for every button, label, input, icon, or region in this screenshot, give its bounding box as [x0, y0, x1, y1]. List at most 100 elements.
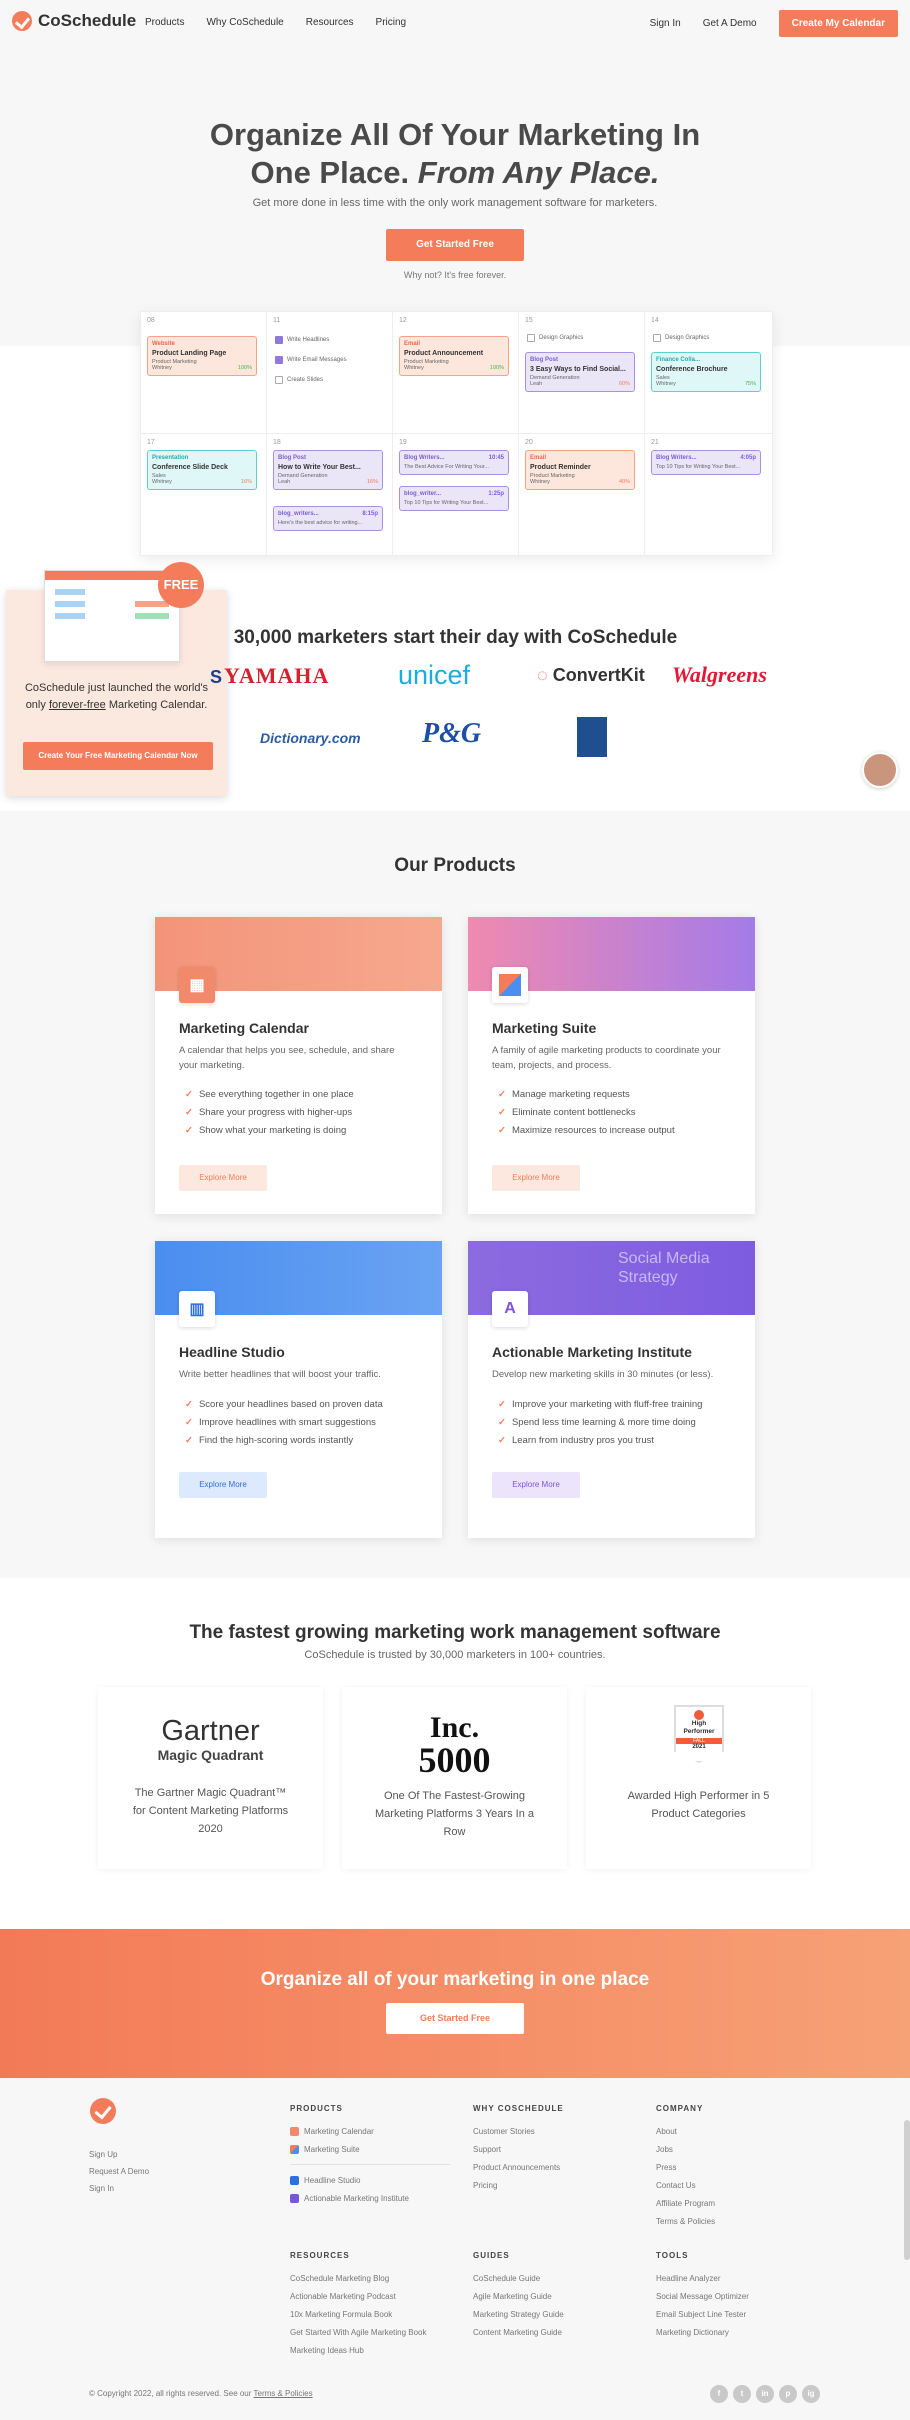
- sign-in-link[interactable]: Sign In: [650, 18, 681, 29]
- product-name: Marketing Calendar: [179, 1020, 309, 1036]
- explore-suite-button[interactable]: Explore More: [492, 1165, 580, 1191]
- pinterest-icon[interactable]: p: [779, 2385, 797, 2403]
- brand-logo[interactable]: CoSchedule: [12, 11, 136, 31]
- footer-link[interactable]: Marketing Suite: [290, 2140, 450, 2158]
- footer-logo-icon[interactable]: [90, 2098, 116, 2124]
- chat-avatar[interactable]: [862, 752, 898, 788]
- instagram-icon[interactable]: ig: [802, 2385, 820, 2403]
- footer-link[interactable]: About: [656, 2122, 715, 2140]
- hero-subtitle: Get more done in less time with the only…: [252, 197, 658, 209]
- footer-link[interactable]: Social Message Optimizer: [656, 2287, 749, 2305]
- social-text: The Best Advice For Writing Your...: [404, 464, 489, 470]
- footer-link[interactable]: Press: [656, 2158, 715, 2176]
- footer-link[interactable]: 10x Marketing Formula Book: [290, 2305, 427, 2323]
- task-item: Write Headlines: [275, 336, 329, 344]
- facebook-icon[interactable]: f: [710, 2385, 728, 2403]
- footer-link[interactable]: Actionable Marketing Podcast: [290, 2287, 427, 2305]
- g2-badge-year: 2021: [692, 1744, 706, 1750]
- footer-link[interactable]: Affiliate Program: [656, 2194, 715, 2212]
- nav-link-why[interactable]: Why CoSchedule: [206, 17, 283, 28]
- card-tag: Email: [404, 341, 421, 347]
- footer-link[interactable]: CoSchedule Marketing Blog: [290, 2269, 427, 2287]
- popup-text-tail: Marketing Calendar.: [108, 699, 208, 711]
- social-time: 10:45: [488, 455, 504, 461]
- feature-item: Maximize resources to increase output: [498, 1125, 675, 1136]
- feature-item: Find the high-scoring words instantly: [185, 1435, 383, 1446]
- award-text: Awarded High Performer in 5 Product Cate…: [627, 1790, 770, 1820]
- day-number: 15: [525, 317, 533, 324]
- footer-link[interactable]: Customer Stories: [473, 2122, 564, 2140]
- linkedin-icon[interactable]: in: [756, 2385, 774, 2403]
- footer-heading: WHY COSCHEDULE: [473, 2104, 564, 2113]
- calendar-day: 11 Write Headlines Write Email Messages …: [267, 312, 393, 434]
- hero-get-started-button[interactable]: Get Started Free: [386, 229, 524, 261]
- card-progress: 60%: [618, 381, 630, 387]
- footer-signup-link[interactable]: Sign Up: [89, 2146, 149, 2163]
- footer-link[interactable]: Pricing: [473, 2176, 564, 2194]
- twitter-icon[interactable]: t: [733, 2385, 751, 2403]
- social-account: blog_writers...: [278, 511, 319, 517]
- footer-link[interactable]: Content Marketing Guide: [473, 2323, 564, 2341]
- social-account: Blog Writers...: [404, 455, 445, 461]
- explore-calendar-button[interactable]: Explore More: [179, 1165, 267, 1191]
- explore-headline-button[interactable]: Explore More: [179, 1472, 267, 1498]
- footer-link[interactable]: Contact Us: [656, 2176, 715, 2194]
- feature-item: Share your progress with higher-ups: [185, 1107, 354, 1118]
- footer-link[interactable]: Get Started With Agile Marketing Book: [290, 2323, 427, 2341]
- task-label: Write Email Messages: [287, 357, 347, 363]
- card-tag: Finance Colla...: [656, 357, 701, 363]
- checkbox-icon: [275, 336, 283, 344]
- calendar-card: Email Product Announcement Product Marke…: [399, 336, 509, 376]
- get-demo-link[interactable]: Get A Demo: [703, 18, 757, 29]
- owner-name: Whitney: [404, 365, 424, 371]
- card-progress: 75%: [744, 381, 756, 387]
- card-tag: Website: [152, 341, 175, 347]
- social-tag: blog_writer... 1:25p: [404, 491, 504, 497]
- footer-link[interactable]: CoSchedule Guide: [473, 2269, 564, 2287]
- suite-icon: [290, 2144, 299, 2154]
- cta-get-started-button[interactable]: Get Started Free: [386, 2003, 524, 2034]
- calendar-preview: 08 Website Product Landing Page Product …: [140, 311, 773, 556]
- footer-demo-link[interactable]: Request A Demo: [89, 2163, 149, 2180]
- footer-link[interactable]: Marketing Calendar: [290, 2122, 450, 2140]
- footer-link[interactable]: Headline Analyzer: [656, 2269, 749, 2287]
- award-text: One Of The Fastest-Growing Marketing Pla…: [375, 1790, 534, 1838]
- footer-link[interactable]: Marketing Dictionary: [656, 2323, 749, 2341]
- forever-free-link[interactable]: forever-free: [49, 699, 106, 711]
- footer-link[interactable]: Agile Marketing Guide: [473, 2287, 564, 2305]
- task-label: Write Headlines: [287, 337, 330, 343]
- feature-item: Spend less time learning & more time doi…: [498, 1417, 702, 1428]
- footer-link[interactable]: Email Subject Line Tester: [656, 2305, 749, 2323]
- product-features: Improve your marketing with fluff-free t…: [498, 1399, 702, 1453]
- nav-link-pricing[interactable]: Pricing: [376, 17, 407, 28]
- footer-link[interactable]: Marketing Strategy Guide: [473, 2305, 564, 2323]
- social-time: 4:05p: [740, 455, 756, 461]
- popup-cta-button[interactable]: Create Your Free Marketing Calendar Now: [23, 742, 213, 770]
- nav-link-resources[interactable]: Resources: [306, 17, 354, 28]
- card-owner: Whitney 100%: [152, 365, 252, 371]
- day-number: 18: [273, 439, 281, 446]
- footer-heading: RESOURCES: [290, 2251, 350, 2260]
- g2-badge-label: High Performer: [683, 1720, 715, 1735]
- explore-institute-button[interactable]: Explore More: [492, 1472, 580, 1498]
- popup-text: CoSchedule just launched the world's onl…: [20, 680, 213, 714]
- calendar-card: Blog Post How to Write Your Best... Dema…: [273, 450, 383, 490]
- social-card: blog_writer... 1:25p Top 10 Tips for Wri…: [399, 486, 509, 511]
- hero-note: Why not? It's free forever.: [403, 270, 507, 280]
- terms-link[interactable]: Terms & Policies: [254, 2389, 313, 2398]
- footer-link[interactable]: Terms & Policies: [656, 2212, 715, 2230]
- nav-link-products[interactable]: Products: [145, 17, 184, 28]
- day-number: 08: [147, 317, 155, 324]
- footer-link[interactable]: Support: [473, 2140, 564, 2158]
- footer-signin-link[interactable]: Sign In: [89, 2180, 149, 2197]
- footer-link[interactable]: Marketing Ideas Hub: [290, 2341, 427, 2359]
- footer-link[interactable]: Jobs: [656, 2140, 715, 2158]
- scrollbar[interactable]: [904, 2120, 910, 2260]
- card-title: Conference Slide Deck: [152, 464, 228, 471]
- calendar-day: 08 Website Product Landing Page Product …: [141, 312, 267, 434]
- footer-link[interactable]: Headline Studio: [290, 2171, 450, 2189]
- social-text: Top 10 Tips for Writing Your Best...: [404, 500, 489, 506]
- footer-link[interactable]: Product Announcements: [473, 2158, 564, 2176]
- create-calendar-button[interactable]: Create My Calendar: [778, 10, 898, 37]
- footer-link[interactable]: Actionable Marketing Institute: [290, 2189, 450, 2207]
